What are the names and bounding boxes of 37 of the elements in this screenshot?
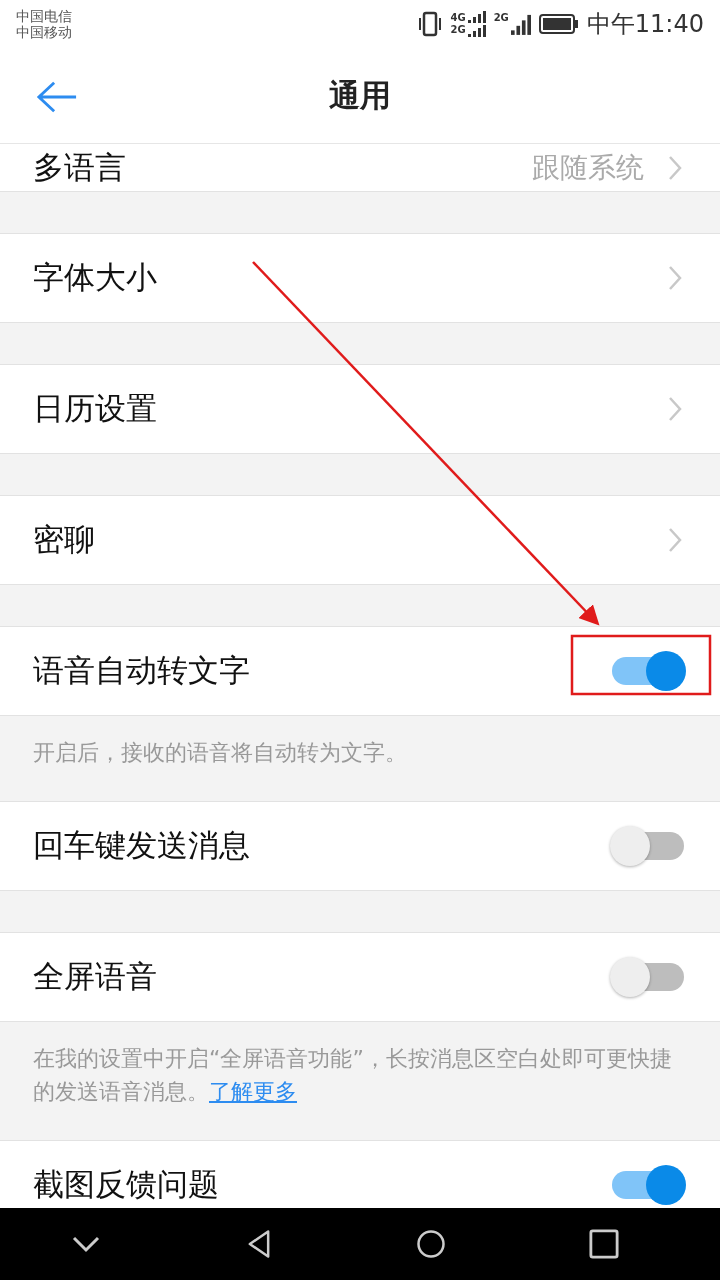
settings-row[interactable]: 语音自动转文字	[0, 626, 720, 716]
setting-label: 密聊	[33, 520, 96, 559]
home-icon[interactable]	[416, 1229, 447, 1259]
carrier-name: 中国电信	[16, 8, 72, 24]
settings-row[interactable]: 多语言 跟随系统	[0, 144, 720, 192]
setting-label: 日历设置	[33, 389, 158, 428]
network-label: 2G	[450, 24, 466, 36]
signal-icon	[510, 13, 531, 35]
signal-icon	[467, 11, 486, 37]
back-arrow-icon[interactable]	[36, 80, 78, 114]
carrier-name: 中国移动	[16, 24, 72, 40]
setting-label: 全屏语音	[33, 957, 158, 996]
clock-time: 中午11:40	[586, 9, 704, 40]
setting-label: 字体大小	[33, 258, 158, 297]
settings-row[interactable]: 截图反馈问题	[0, 1140, 720, 1208]
chevron-right-icon	[668, 396, 682, 422]
settings-row[interactable]: 密聊	[0, 495, 720, 585]
setting-label: 回车键发送消息	[33, 826, 251, 865]
hint-text: 在我的设置中开启“全屏语音功能”，长按消息区空白处即可更快捷的发送语音消息。了解更多	[33, 1045, 673, 1106]
settings-row[interactable]: 全屏语音	[0, 932, 720, 1022]
network-label: 2G	[493, 12, 509, 23]
chevron-right-icon	[668, 154, 682, 181]
setting-label: 截图反馈问题	[33, 1165, 220, 1204]
chevron-right-icon	[668, 265, 682, 291]
page-title: 通用	[329, 75, 391, 115]
chevron-right-icon	[668, 527, 682, 553]
settings-row[interactable]: 字体大小	[0, 233, 720, 323]
hint-text: 开启后，接收的语音将自动转为文字。	[33, 739, 408, 767]
setting-label: 多语言	[33, 147, 127, 187]
settings-row[interactable]: 日历设置	[0, 364, 720, 454]
network-label: 4G	[450, 12, 466, 24]
battery-icon	[538, 14, 579, 34]
setting-value: 跟随系统	[532, 149, 644, 186]
recents-icon[interactable]	[588, 1229, 619, 1259]
setting-label: 语音自动转文字	[33, 651, 251, 690]
vibrate-icon	[418, 11, 443, 37]
settings-row[interactable]: 回车键发送消息	[0, 801, 720, 891]
